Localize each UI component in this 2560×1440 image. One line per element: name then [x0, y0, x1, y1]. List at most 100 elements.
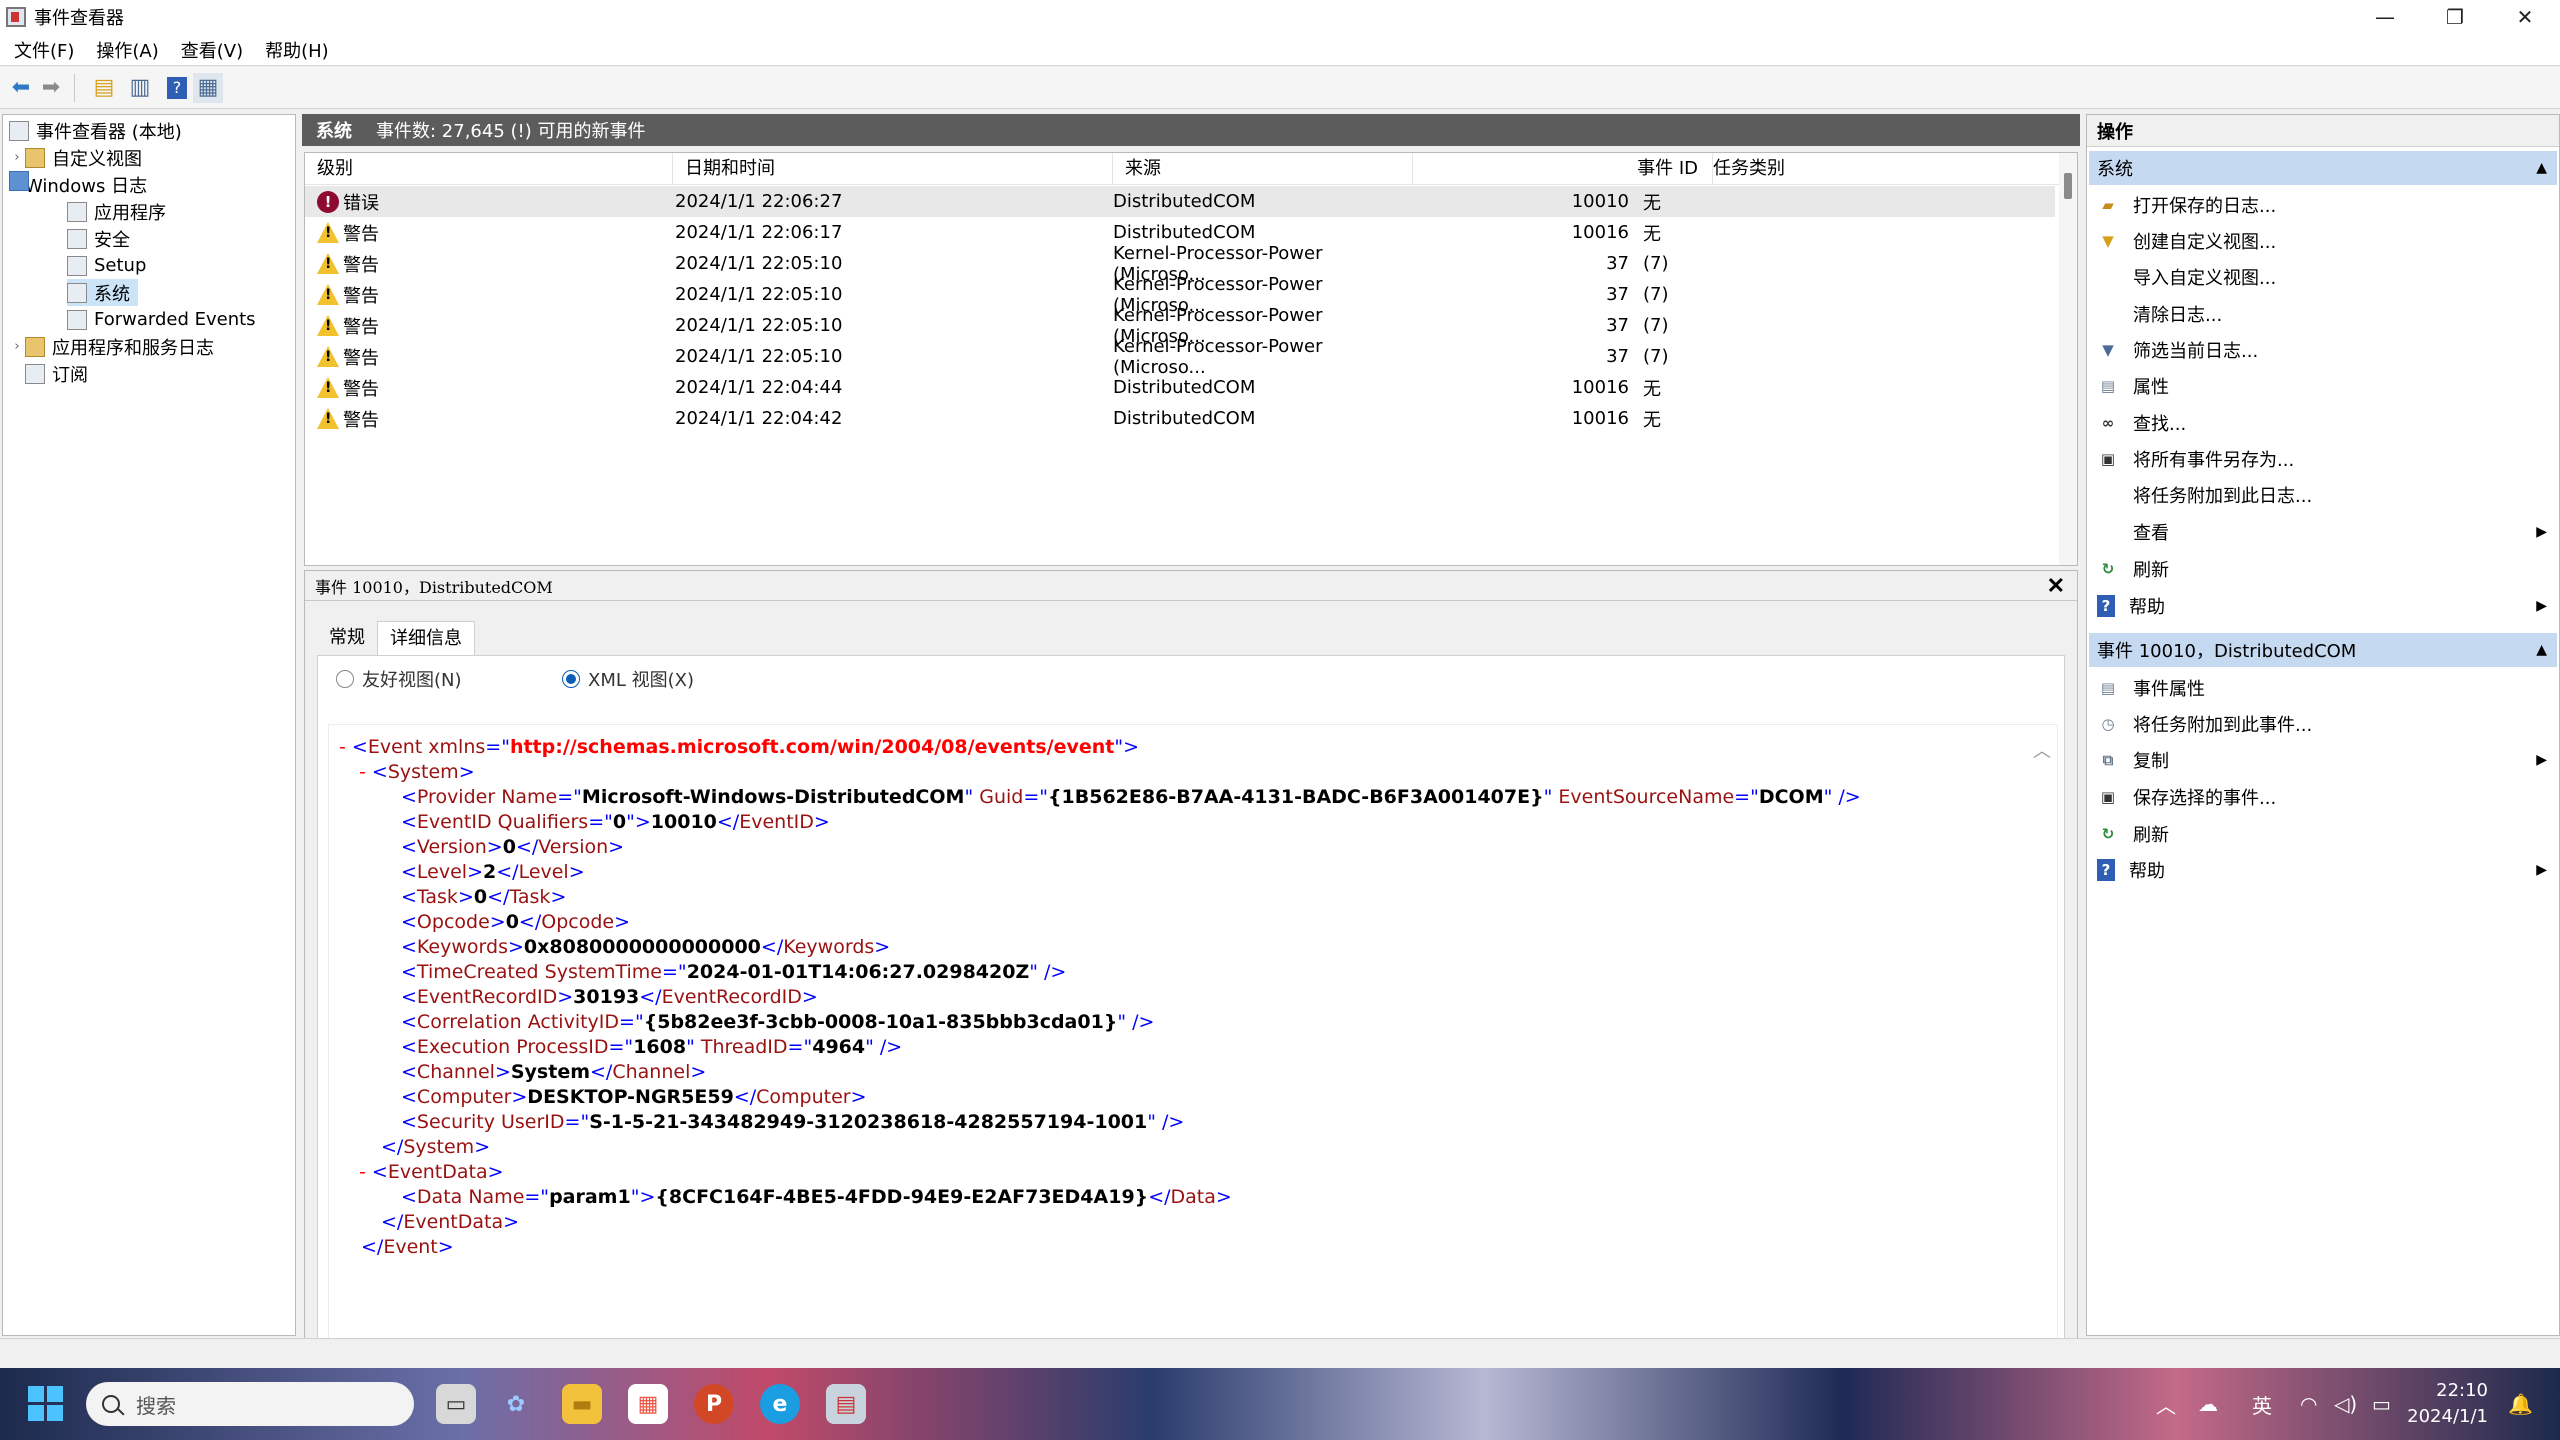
chevron-right-icon[interactable]: ›: [9, 150, 25, 165]
xml-line-version: <Version>0</Version>: [401, 836, 625, 858]
column-source[interactable]: 来源: [1113, 153, 1413, 185]
row-level: 警告: [343, 316, 379, 338]
onedrive-cloud-icon[interactable]: ☁: [2198, 1368, 2218, 1440]
radio-selected-icon[interactable]: [562, 670, 580, 688]
collapse-toggle[interactable]: -: [339, 736, 346, 758]
tree-item-system[interactable]: 系统: [67, 279, 138, 306]
file-explorer-icon[interactable]: ▬: [562, 1384, 602, 1424]
show-hide-action-pane-icon[interactable]: ▦: [193, 72, 223, 103]
action-create-custom-view[interactable]: ▼ 创建自定义视图...: [2087, 223, 2557, 259]
radio-label: XML 视图(X): [588, 670, 694, 691]
restore-button[interactable]: ❐: [2420, 0, 2490, 34]
column-level[interactable]: 级别: [305, 153, 673, 185]
action-open-saved-log[interactable]: ▰ 打开保存的日志...: [2087, 187, 2557, 223]
table-row[interactable]: ! 错误 2024/1/1 22:06:27 DistributedCOM 100…: [305, 186, 2055, 217]
chevron-right-icon[interactable]: ›: [9, 339, 25, 354]
tree-item-application[interactable]: 应用程序: [67, 198, 166, 225]
windows-start-icon[interactable]: [28, 1386, 64, 1422]
widgets-icon[interactable]: ✿: [496, 1384, 536, 1424]
row-level: 警告: [343, 223, 379, 245]
tree-item-app-service-logs[interactable]: › 应用程序和服务日志: [9, 333, 214, 360]
row-event-id: 37: [1606, 315, 1629, 336]
action-properties[interactable]: ▤ 属性: [2087, 368, 2557, 404]
tree-item-subscriptions[interactable]: 订阅: [25, 360, 88, 387]
action-attach-task-to-log[interactable]: 将任务附加到此日志...: [2087, 477, 2557, 513]
table-row[interactable]: 警告 2024/1/1 22:04:44 DistributedCOM 1001…: [305, 372, 2055, 403]
table-row[interactable]: 警告 2024/1/1 22:04:42 DistributedCOM 1001…: [305, 403, 2055, 434]
menu-view[interactable]: 查看(V): [181, 37, 243, 63]
action-clear-log[interactable]: 清除日志...: [2087, 296, 2557, 332]
log-icon: [67, 255, 87, 276]
tree-item-windows-logs[interactable]: ⌄Windows 日志: [9, 171, 147, 198]
friendly-view-radio[interactable]: 友好视图(N): [336, 666, 462, 692]
event-viewer-taskbar-icon[interactable]: ▤: [826, 1384, 866, 1424]
wifi-icon[interactable]: ◠: [2300, 1368, 2317, 1440]
help-icon[interactable]: ?: [167, 76, 187, 99]
action-refresh-event[interactable]: ↻ 刷新: [2087, 816, 2557, 852]
tab-general[interactable]: 常规: [317, 621, 377, 655]
action-refresh[interactable]: ↻ 刷新: [2087, 551, 2557, 587]
collapse-up-icon[interactable]: ▲: [2536, 642, 2547, 658]
actions-section-system[interactable]: 系统 ▲: [2089, 151, 2557, 185]
column-task-category[interactable]: 任务类别: [1713, 153, 1913, 185]
xml-value: Microsoft-Windows-DistributedCOM: [581, 786, 965, 808]
action-help[interactable]: ? 帮助 ▶: [2087, 588, 2557, 624]
menu-help[interactable]: 帮助(H): [265, 37, 329, 63]
ime-indicator[interactable]: 英: [2252, 1368, 2272, 1440]
up-folder-icon[interactable]: ▤: [89, 73, 119, 103]
tree-item-root[interactable]: 事件查看器 (本地): [9, 117, 182, 144]
row-date: 2024/1/1 22:04:42: [675, 408, 843, 429]
battery-icon[interactable]: ▭: [2372, 1368, 2391, 1440]
events-table: 级别 日期和时间 来源 事件 ID 任务类别 ! 错误 2024/1/1 22:0…: [304, 152, 2078, 566]
column-event-id[interactable]: 事件 ID: [1413, 153, 1713, 185]
forward-arrow-icon[interactable]: ➡: [36, 73, 66, 103]
action-view[interactable]: 查看 ▶: [2087, 514, 2557, 550]
show-hidden-icons-icon[interactable]: ︿: [2156, 1368, 2176, 1440]
back-arrow-icon[interactable]: ⬅: [6, 73, 36, 103]
edge-browser-icon[interactable]: e: [760, 1384, 800, 1424]
warning-icon: [317, 408, 339, 429]
scrollbar-thumb[interactable]: [2064, 173, 2072, 199]
taskbar-clock[interactable]: 22:10 2024/1/1: [2407, 1378, 2488, 1430]
close-button[interactable]: ✕: [2490, 0, 2560, 34]
tree-item-security[interactable]: 安全: [67, 225, 130, 252]
radio-circle-icon[interactable]: [336, 670, 354, 688]
volume-icon[interactable]: ◁): [2334, 1368, 2357, 1440]
xml-view[interactable]: - <Event xmlns="http://schemas.microsoft…: [328, 724, 2058, 1408]
scroll-up-icon[interactable]: ︿: [2033, 737, 2051, 763]
action-filter-log[interactable]: ▼ 筛选当前日志...: [2087, 332, 2557, 368]
column-date[interactable]: 日期和时间: [673, 153, 1113, 185]
collapse-up-icon[interactable]: ▲: [2536, 160, 2547, 176]
action-help-event[interactable]: ? 帮助 ▶: [2087, 852, 2557, 888]
show-hide-tree-icon[interactable]: ▥: [125, 73, 155, 103]
menu-file[interactable]: 文件(F): [14, 37, 74, 63]
action-attach-task-to-event[interactable]: ◷ 将任务附加到此事件...: [2087, 706, 2557, 742]
collapse-toggle[interactable]: -: [359, 1161, 366, 1183]
xml-value: 2024-01-01T14:06:27.0298420Z: [686, 961, 1030, 983]
events-scrollbar[interactable]: [2059, 153, 2077, 565]
close-icon[interactable]: ✕: [2047, 573, 2065, 599]
table-row[interactable]: 警告 2024/1/1 22:05:10 Kernel-Processor-Po…: [305, 336, 2055, 378]
notification-bell-icon[interactable]: 🔔: [2508, 1368, 2533, 1440]
action-find[interactable]: ∞ 查找...: [2087, 405, 2557, 441]
action-copy[interactable]: ⧉ 复制 ▶: [2087, 742, 2557, 778]
action-save-all-events[interactable]: ▣ 将所有事件另存为...: [2087, 441, 2557, 477]
title-bar: 事件查看器 — ❐ ✕: [0, 0, 2560, 34]
menu-action[interactable]: 操作(A): [96, 37, 158, 63]
xml-view-radio[interactable]: XML 视图(X): [562, 666, 694, 692]
task-view-icon[interactable]: ▭: [436, 1384, 476, 1424]
actions-section-event[interactable]: 事件 10010，DistributedCOM ▲: [2089, 633, 2557, 667]
collapse-toggle[interactable]: -: [359, 761, 366, 783]
microsoft-store-icon[interactable]: ▦: [628, 1384, 668, 1424]
minimize-button[interactable]: —: [2350, 0, 2420, 34]
tree-item-setup[interactable]: Setup: [67, 252, 146, 279]
section-title: 系统: [2097, 159, 2133, 180]
taskbar-search-box[interactable]: 搜索: [86, 1382, 414, 1426]
tree-item-custom-views[interactable]: › 自定义视图: [9, 144, 142, 171]
tree-item-forwarded-events[interactable]: Forwarded Events: [67, 306, 256, 333]
action-save-selected-event[interactable]: ▣ 保存选择的事件...: [2087, 779, 2557, 815]
tab-details[interactable]: 详细信息: [377, 621, 475, 655]
action-event-properties[interactable]: ▤ 事件属性: [2087, 670, 2557, 706]
action-import-custom-view[interactable]: 导入自定义视图...: [2087, 259, 2557, 295]
powerpoint-icon[interactable]: P: [694, 1384, 734, 1424]
